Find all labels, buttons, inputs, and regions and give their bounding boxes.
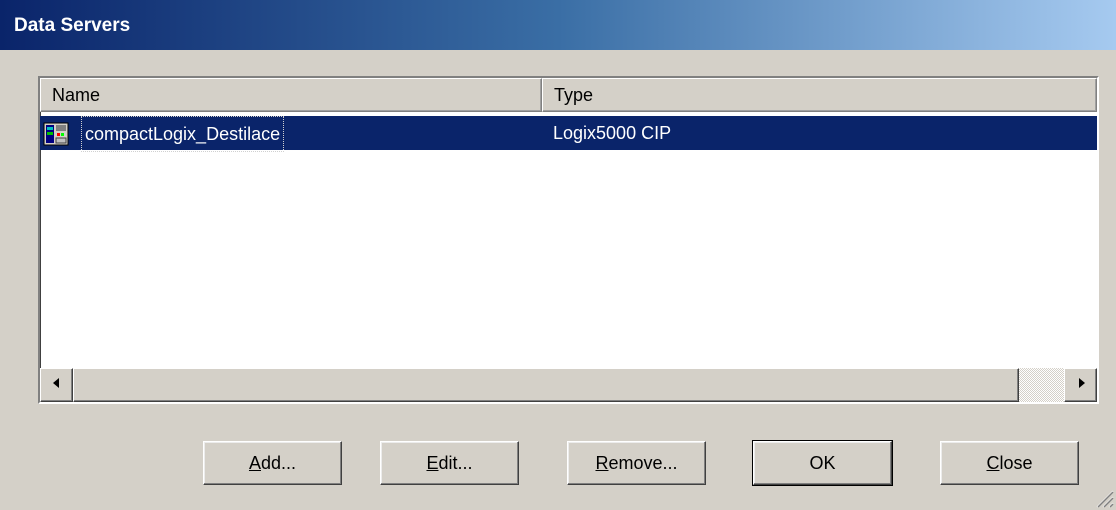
arrow-right-icon [1076, 376, 1086, 394]
add-label: dd... [260, 452, 297, 473]
server-type-cell: Logix5000 CIP [553, 123, 672, 143]
close-label: lose [999, 452, 1033, 473]
edit-mnemonic: E [426, 452, 439, 473]
arrow-left-icon [52, 376, 62, 394]
data-servers-dialog: Data Servers Name Type compactLogix_Dest… [0, 0, 1116, 510]
column-header-name[interactable]: Name [40, 78, 542, 112]
scroll-right-button[interactable] [1064, 368, 1097, 402]
title-bar[interactable]: Data Servers [0, 0, 1116, 50]
edit-button[interactable]: Edit... [380, 441, 519, 485]
list-header: Name Type [40, 78, 1097, 112]
server-name-cell: compactLogix_Destilace [81, 116, 285, 152]
data-servers-list[interactable]: Name Type compactLogix_Destilace Logix50… [38, 76, 1099, 404]
ok-label: OK [809, 452, 836, 473]
plc-server-icon [43, 122, 69, 146]
ok-button[interactable]: OK [752, 440, 893, 486]
scroll-thumb[interactable] [73, 368, 1019, 402]
scroll-left-button[interactable] [40, 368, 73, 402]
close-mnemonic: C [986, 452, 1000, 473]
add-mnemonic: A [248, 452, 261, 473]
edit-label: dit... [438, 452, 473, 473]
close-button[interactable]: Close [940, 441, 1079, 485]
column-header-type[interactable]: Type [542, 78, 1097, 112]
remove-label: emove... [608, 452, 678, 473]
horizontal-scrollbar[interactable] [40, 368, 1097, 402]
scroll-track[interactable] [1019, 368, 1068, 402]
remove-button[interactable]: Remove... [567, 441, 706, 485]
list-item[interactable]: compactLogix_Destilace Logix5000 CIP [40, 116, 1097, 152]
resize-grip-icon[interactable] [1094, 488, 1114, 508]
remove-mnemonic: R [595, 452, 609, 473]
add-button[interactable]: Add... [203, 441, 342, 485]
window-title: Data Servers [14, 15, 131, 36]
